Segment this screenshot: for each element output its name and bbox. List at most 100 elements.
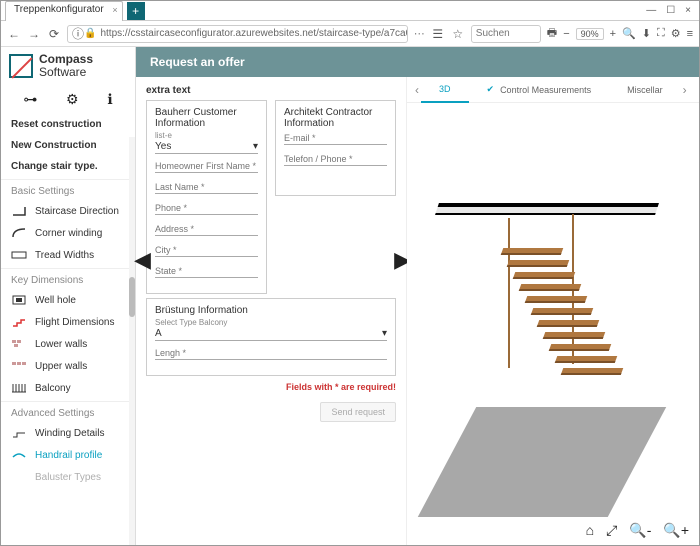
zoom-out-icon[interactable]: 🔍- [629,522,651,539]
customer-title: Bauherr Customer Information [155,107,258,129]
reader-icon[interactable]: ☰ [431,27,445,41]
sidebar-new[interactable]: New Construction [1,135,135,156]
first-name-field[interactable] [155,159,258,173]
tab-misc[interactable]: Miscellar [609,77,681,103]
new-tab-button[interactable]: + [127,2,145,20]
last-name-field[interactable] [155,180,258,194]
info-icon[interactable]: ℹ [107,91,112,108]
required-note: Fields with * are required! [146,382,396,392]
close-icon[interactable]: × [112,5,117,15]
logo-text: CompassSoftware [39,53,93,79]
tab-scroll-right-icon[interactable]: › [681,83,689,97]
baluster-icon [11,471,27,483]
list-label: list-e [155,131,258,140]
browser-tab[interactable]: Treppenkonfigurator × [5,1,123,21]
maximize-icon[interactable]: ☐ [666,5,675,16]
sidebar-scrollbar[interactable] [129,137,135,545]
sidebar-item-staircase-direction[interactable]: Staircase Direction [1,200,135,222]
tab-control-measurements[interactable]: ✔Control Measurements [469,77,610,103]
home-icon[interactable]: ⌂ [586,522,594,539]
sidebar-item-balcony[interactable]: Balcony [1,377,135,399]
gear-icon[interactable]: ⚙ [671,27,681,40]
list-select[interactable]: Yes▾ [155,140,258,154]
gear-icon[interactable]: ⚙ [66,91,79,108]
ceiling-shape [435,203,659,215]
sidebar-item-tread-widths[interactable]: Tread Widths [1,244,135,266]
scrollbar-thumb[interactable] [129,277,135,317]
content-area: ◀ ▶ extra text Bauherr Customer Informat… [136,77,699,545]
state-field[interactable] [155,264,258,278]
email-field[interactable] [284,131,387,145]
address-field[interactable] [155,222,258,236]
chevron-down-icon: ▾ [382,328,387,339]
balcony-title: Brüstung Information [155,305,387,316]
flight-icon [11,316,27,328]
minimize-icon[interactable]: — [646,5,656,16]
sidebar-item-upper-walls[interactable]: Upper walls [1,355,135,377]
lock-icon: 🔒 [84,28,96,39]
preview-tabs: ‹ 3D ✔Control Measurements Miscellar › [407,77,699,103]
fullscreen-icon[interactable]: ⛶ [657,27,665,40]
sidebar-item-well-hole[interactable]: Well hole [1,289,135,311]
balcony-select[interactable]: A▾ [155,327,387,341]
url-bar[interactable]: ⓘ 🔒 https://csstaircaseconfigurator.azur… [67,25,408,43]
length-field[interactable] [155,346,387,360]
preview-panel: ‹ 3D ✔Control Measurements Miscellar › [406,77,699,545]
zoom-out-icon[interactable]: − [563,28,569,40]
tab-title: Treppenkonfigurator [14,4,104,15]
wall-icon [11,338,27,350]
sidebar-reset[interactable]: Reset construction [1,114,135,135]
customer-fieldset: Bauherr Customer Information list-e Yes▾ [146,100,267,294]
menu-icon[interactable]: ≡ [687,28,693,40]
tab-scroll-left-icon[interactable]: ‹ [413,83,421,97]
city-field[interactable] [155,243,258,257]
main-panel: Request an offer ◀ ▶ extra text Bauherr … [136,47,699,545]
download-icon[interactable]: ⬇ [642,27,651,40]
direction-icon [11,205,27,217]
winding-icon [11,427,27,439]
search-input[interactable] [471,25,541,43]
zoom-in-icon[interactable]: 🔍+ [663,522,689,539]
page-actions-icon[interactable]: ⋯ [414,27,425,40]
sidebar-item-baluster[interactable]: Baluster Types [1,466,135,488]
window-controls: — ☐ × [646,5,699,16]
sidebar-item-flight-dimensions[interactable]: Flight Dimensions [1,311,135,333]
page-title: Request an offer [150,55,245,69]
phone-field[interactable] [155,201,258,215]
print-icon[interactable]: 🖶 [547,24,557,43]
sidebar-change[interactable]: Change stair type. [1,156,135,177]
sidebar-item-corner-winding[interactable]: Corner winding [1,222,135,244]
close-window-icon[interactable]: × [685,5,691,16]
key-icon[interactable]: ⊶ [23,91,37,108]
wellhole-icon [11,294,27,306]
sidebar-scroll[interactable]: Reset construction New Construction Chan… [1,114,135,545]
page-header: Request an offer [136,47,699,77]
sidebar-item-winding-details[interactable]: Winding Details [1,422,135,444]
architect-fieldset: Architekt Contractor Information [275,100,396,196]
zoom-level[interactable]: 90% [576,28,604,40]
tread-icon [11,249,27,261]
forward-icon[interactable]: → [27,27,41,41]
info-icon[interactable]: ⓘ [72,25,84,42]
telefon-field[interactable] [284,152,387,166]
star-icon[interactable]: ☆ [451,27,465,41]
extra-text: extra text [146,83,396,100]
viewer-3d[interactable]: ⌂ ⤢ 🔍- 🔍+ [407,103,699,545]
sidebar-item-lower-walls[interactable]: Lower walls [1,333,135,355]
rail [508,218,510,368]
expand-icon[interactable]: ⤢ [606,522,617,539]
sidebar-toolbar: ⊶ ⚙ ℹ [1,85,135,114]
reload-icon[interactable]: ⟳ [47,27,61,41]
tab-3d[interactable]: 3D [421,77,469,103]
zoom-in-icon[interactable]: + [610,28,616,40]
back-icon[interactable]: ← [7,27,21,41]
search-icon[interactable]: 🔍 [622,27,636,40]
send-request-button[interactable]: Send request [320,402,396,422]
prev-arrow-icon[interactable]: ◀ [134,247,151,273]
browser-navbar: ← → ⟳ ⓘ 🔒 https://csstaircaseconfigurato… [1,21,699,47]
browser-tabstrip: Treppenkonfigurator × + — ☐ × [1,1,699,21]
balcony-fieldset: Brüstung Information Select Type Balcony… [146,298,396,376]
sidebar-item-handrail-profile[interactable]: Handrail profile [1,444,135,466]
architect-title: Architekt Contractor Information [284,107,387,129]
section-key: Key Dimensions [1,268,135,289]
